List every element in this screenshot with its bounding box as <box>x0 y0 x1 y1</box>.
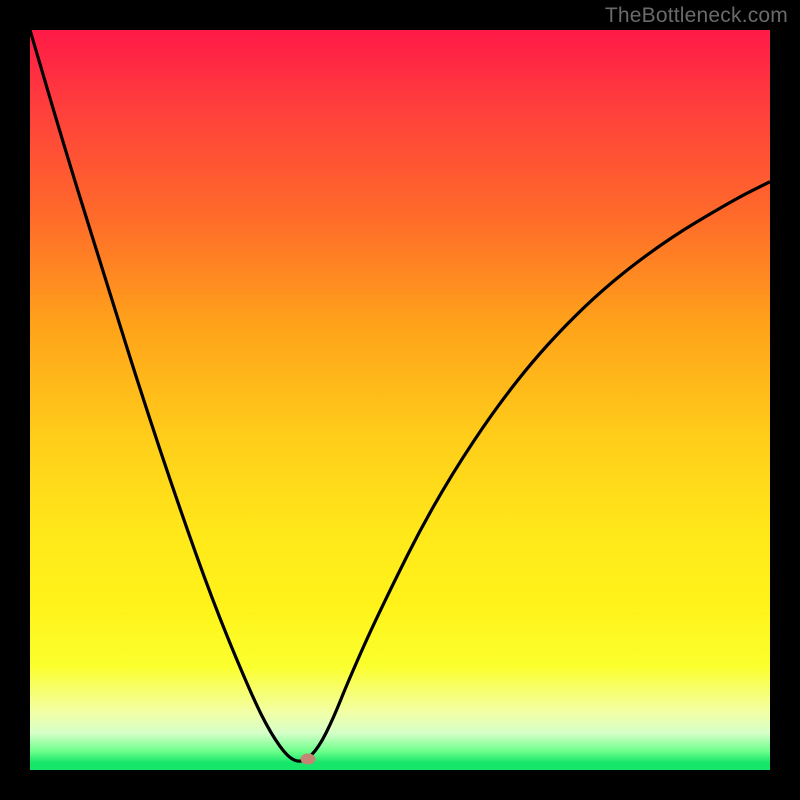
curve-svg <box>30 30 770 770</box>
marker-dot <box>300 753 315 764</box>
bottleneck-curve <box>30 30 770 761</box>
gradient-plot-area <box>30 30 770 770</box>
watermark-text: TheBottleneck.com <box>605 4 788 28</box>
